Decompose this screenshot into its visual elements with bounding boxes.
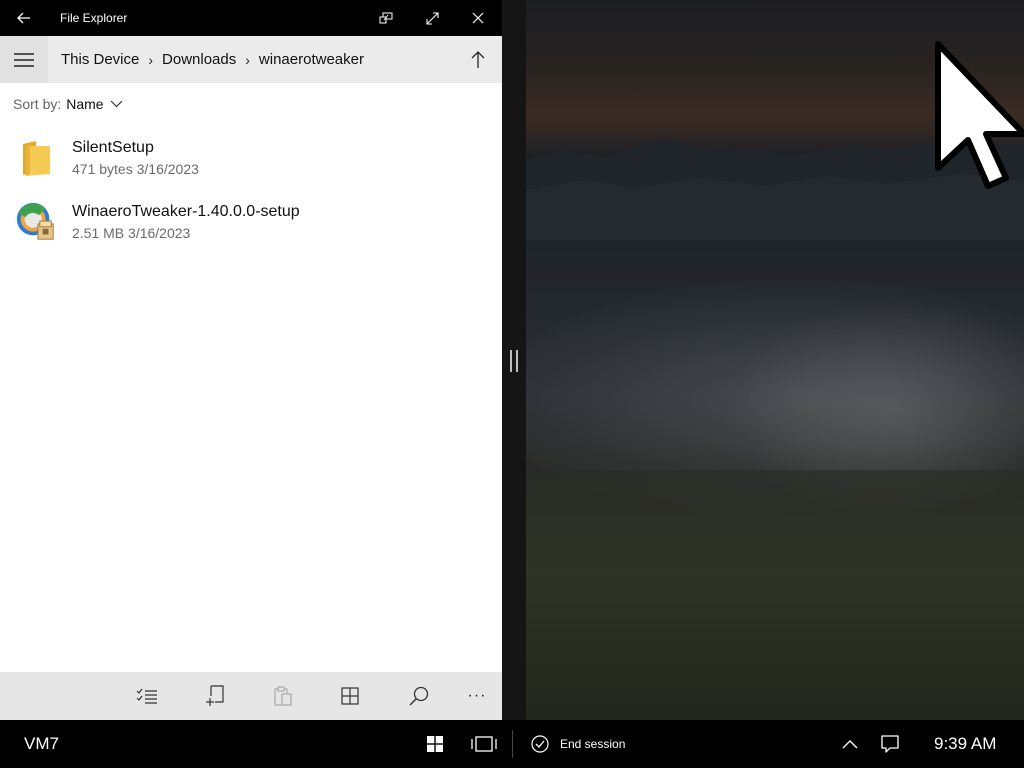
- hamburger-icon: [14, 52, 34, 67]
- action-center-button[interactable]: [878, 720, 902, 768]
- paste-icon: [274, 686, 292, 706]
- start-button[interactable]: [418, 720, 452, 768]
- snap-icon: [379, 12, 393, 24]
- snap-window-button[interactable]: [363, 0, 409, 36]
- breadcrumb-separator: ›: [245, 51, 250, 68]
- bottom-toolbar: ···: [0, 672, 502, 720]
- end-session-label: End session: [560, 737, 626, 751]
- breadcrumb-this-device[interactable]: This Device: [61, 51, 139, 68]
- more-icon: ···: [467, 687, 487, 704]
- breadcrumb-separator: ›: [148, 51, 154, 68]
- search-icon: [409, 686, 429, 706]
- list-item[interactable]: WinaeroTweaker-1.40.0.0-setup 2.51 MB 3/…: [0, 190, 502, 254]
- list-item[interactable]: SilentSetup 471 bytes 3/16/2023: [0, 126, 502, 190]
- view-grid-icon: [341, 687, 359, 705]
- folder-icon: [14, 136, 58, 180]
- expand-icon: [425, 11, 439, 25]
- maximize-button[interactable]: [409, 0, 455, 36]
- close-icon: [472, 12, 484, 24]
- new-item-button[interactable]: [191, 672, 239, 720]
- search-button[interactable]: [395, 672, 443, 720]
- drag-handle-icon[interactable]: [510, 350, 518, 372]
- mouse-pointer-icon: [935, 41, 1024, 189]
- view-button[interactable]: [326, 672, 374, 720]
- file-date: 3/16/2023: [128, 225, 191, 241]
- taskbar: VM7 End session 9:39 AM: [0, 720, 1024, 768]
- back-button[interactable]: [0, 0, 48, 36]
- sort-value[interactable]: Name: [66, 96, 103, 112]
- file-name: SilentSetup: [72, 139, 154, 156]
- title-bar: File Explorer: [0, 0, 502, 36]
- menu-button[interactable]: [0, 36, 48, 83]
- breadcrumb-winaerotweaker[interactable]: winaerotweaker: [259, 51, 364, 68]
- windows-logo-icon: [427, 736, 443, 752]
- split-divider[interactable]: [502, 0, 526, 720]
- file-list: SilentSetup 471 bytes 3/16/2023 WinaeroT…: [0, 126, 502, 254]
- file-name: WinaeroTweaker-1.40.0.0-setup: [72, 203, 300, 220]
- file-date: 3/16/2023: [136, 161, 199, 177]
- select-multiple-icon: [136, 688, 157, 704]
- arrow-up-icon: [471, 51, 485, 68]
- window-title: File Explorer: [60, 11, 128, 25]
- file-size: 2.51 MB: [72, 225, 125, 241]
- command-bar: This Device › Downloads › winaerotweaker: [0, 36, 502, 83]
- task-view-button[interactable]: [466, 720, 502, 768]
- file-explorer-window: File Explorer This Device › Downloads › …: [0, 0, 502, 720]
- show-hidden-icons-button[interactable]: [838, 720, 862, 768]
- file-size: 471 bytes: [72, 161, 133, 177]
- up-folder-button[interactable]: [466, 48, 490, 72]
- end-session-button[interactable]: End session: [531, 720, 625, 768]
- close-button[interactable]: [455, 0, 501, 36]
- desktop-wallpaper: [526, 0, 1024, 720]
- rocky-ground: [526, 470, 1024, 720]
- chevron-up-icon: [842, 740, 858, 749]
- back-arrow-icon: [17, 12, 30, 24]
- more-button[interactable]: ···: [453, 672, 501, 720]
- new-item-icon: [206, 685, 224, 706]
- installer-icon: [14, 200, 58, 244]
- clock[interactable]: 9:39 AM: [934, 720, 996, 768]
- task-view-icon: [471, 736, 497, 752]
- paste-button[interactable]: [259, 672, 307, 720]
- chevron-down-icon[interactable]: [110, 100, 123, 108]
- breadcrumb: This Device › Downloads › winaerotweaker: [61, 51, 364, 68]
- breadcrumb-downloads[interactable]: Downloads: [162, 51, 236, 68]
- sort-control[interactable]: Sort by: Name: [0, 83, 502, 125]
- device-name: VM7: [24, 734, 59, 753]
- taskbar-separator: [512, 730, 513, 758]
- notification-icon: [881, 735, 899, 753]
- sort-label: Sort by:: [13, 96, 62, 112]
- select-multiple-button[interactable]: [123, 672, 171, 720]
- checkmark-circle-icon: [531, 735, 549, 753]
